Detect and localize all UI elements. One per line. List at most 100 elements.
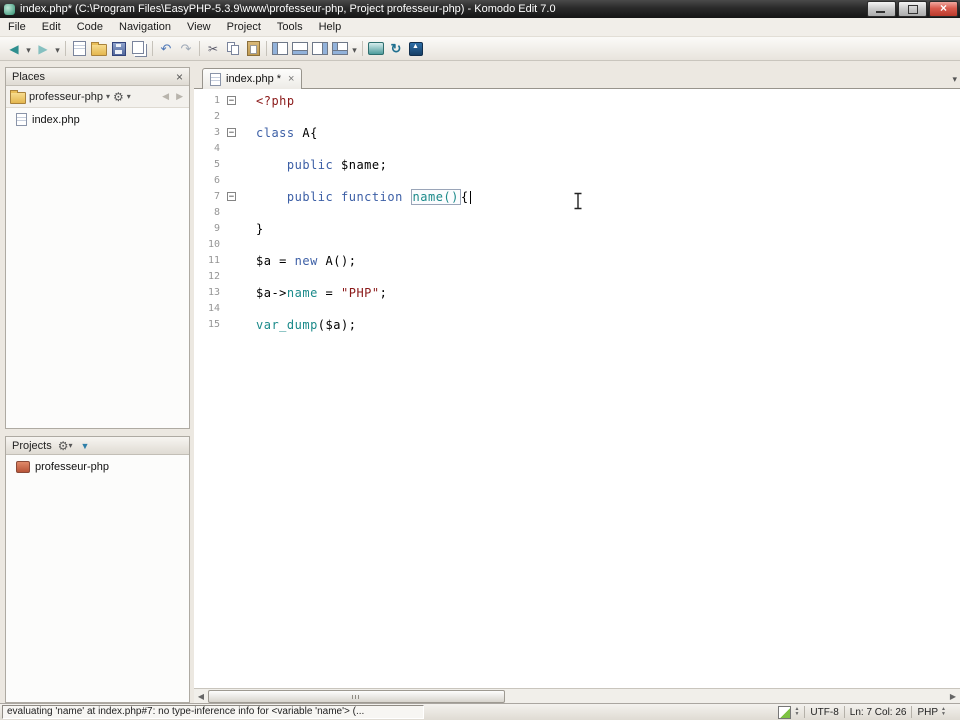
redo-button[interactable]	[176, 39, 196, 59]
undo-button[interactable]	[156, 39, 176, 59]
projects-widget-dropdown-icon[interactable]: ▼	[81, 441, 90, 451]
fold-margin	[223, 205, 240, 221]
tab-index-php[interactable]: index.php * ×	[202, 68, 303, 89]
menu-navigation[interactable]: Navigation	[111, 19, 179, 35]
token: =	[317, 286, 341, 300]
encoding-field[interactable]: UTF-8	[810, 707, 838, 718]
code-line-9[interactable]: 9}	[194, 221, 960, 237]
places-back-icon[interactable]: ◀	[160, 91, 171, 102]
tree-item-index-php[interactable]: index.php	[6, 111, 189, 128]
preview-in-browser-button[interactable]	[366, 39, 386, 59]
show-right-pane-button[interactable]	[310, 39, 330, 59]
statusbar-spinner-icon[interactable]: ▲ ▼	[794, 707, 799, 717]
tree-item-label: index.php	[32, 113, 80, 126]
menu-project[interactable]: Project	[219, 19, 269, 35]
line-number: 6	[213, 175, 220, 186]
places-forward-icon[interactable]: ▶	[174, 91, 185, 102]
code-line-13[interactable]: 13 $a->name = "PHP";	[194, 285, 960, 301]
save-all-button[interactable]	[129, 39, 149, 59]
code-line-4[interactable]: 4	[194, 141, 960, 157]
language-field[interactable]: PHP	[917, 707, 938, 718]
scroll-left-icon[interactable]: ◀	[194, 690, 208, 703]
menu-help[interactable]: Help	[311, 19, 350, 35]
folder-icon	[91, 42, 107, 56]
language-dropdown-icon[interactable]: ▲ ▼	[941, 707, 946, 717]
back-history-dropdown[interactable]	[24, 39, 33, 59]
places-gear-icon[interactable]	[113, 90, 124, 104]
code-line-11[interactable]: 11 $a = new A();	[194, 253, 960, 269]
forward-history-dropdown[interactable]	[53, 39, 62, 59]
main-area: Places × professeur-php ▾ ▾ ◀ ▶	[0, 61, 960, 703]
tab-list-dropdown-icon[interactable]: ▾	[952, 74, 957, 85]
show-left-pane-button[interactable]	[270, 39, 290, 59]
scroll-right-icon[interactable]: ▶	[946, 690, 960, 703]
show-bottom-pane-button[interactable]	[290, 39, 310, 59]
pane-all-icon	[332, 42, 348, 55]
drop-icon	[26, 40, 31, 58]
menu-file[interactable]: File	[0, 19, 34, 35]
places-folder-dropdown-icon[interactable]: ▾	[106, 92, 110, 101]
code-line-12[interactable]: 12	[194, 269, 960, 285]
fold-margin	[223, 221, 240, 237]
maximize-button[interactable]	[898, 1, 927, 17]
menu-edit[interactable]: Edit	[34, 19, 69, 35]
project-item-professeur-php[interactable]: professeur-php	[6, 458, 189, 475]
line-number: 2	[213, 111, 220, 122]
code-line-10[interactable]: 10	[194, 237, 960, 253]
arrow-left-icon	[9, 40, 18, 58]
code-text: $a->name = "PHP";	[240, 285, 387, 301]
minimize-button[interactable]	[867, 1, 896, 17]
cut-button[interactable]	[203, 39, 223, 59]
places-current-folder[interactable]: professeur-php	[29, 91, 103, 103]
save-button[interactable]	[109, 39, 129, 59]
open-file-button[interactable]	[89, 39, 109, 59]
back-button[interactable]	[4, 39, 24, 59]
menu-code[interactable]: Code	[69, 19, 111, 35]
show-all-panes-button[interactable]	[330, 39, 350, 59]
places-gear-dropdown-icon[interactable]: ▾	[127, 92, 131, 101]
copy-button[interactable]	[223, 39, 243, 59]
code-area[interactable]: 1− <?php 2 3− class A{4 5 public $name; 6 7− pu…	[194, 89, 960, 688]
code-line-1[interactable]: 1− <?php	[194, 93, 960, 109]
new-file-button[interactable]	[69, 39, 89, 59]
code-line-7[interactable]: 7− public function name(){	[194, 189, 960, 205]
projects-gear-icon[interactable]	[58, 439, 69, 453]
code-line-3[interactable]: 3− class A{	[194, 125, 960, 141]
scrollbar-track[interactable]	[208, 690, 946, 703]
code-line-5[interactable]: 5 public $name;	[194, 157, 960, 173]
text-caret	[469, 191, 471, 204]
code-line-15[interactable]: 15 var_dump($a);	[194, 317, 960, 333]
tab-close-icon[interactable]: ×	[288, 73, 294, 85]
forward-button[interactable]	[33, 39, 53, 59]
projects-gear-dropdown-icon[interactable]: ▾	[69, 441, 73, 450]
close-button[interactable]	[929, 1, 958, 17]
menu-tools[interactable]: Tools	[269, 19, 311, 35]
fold-collapse-icon[interactable]: −	[227, 128, 236, 138]
horizontal-scrollbar[interactable]: ◀ ▶	[194, 688, 960, 703]
fold-collapse-icon[interactable]: −	[227, 192, 236, 202]
syntax-status-icon[interactable]	[778, 705, 792, 719]
fold-margin: −	[223, 125, 240, 141]
code-line-8[interactable]: 8	[194, 205, 960, 221]
menu-view[interactable]: View	[179, 19, 219, 35]
paste-button[interactable]	[243, 39, 263, 59]
places-close-icon[interactable]: ×	[174, 71, 185, 83]
publish-button[interactable]	[406, 39, 426, 59]
sync-button[interactable]	[386, 39, 406, 59]
scrollbar-thumb[interactable]	[208, 690, 505, 703]
panes-dropdown[interactable]	[350, 39, 359, 59]
fold-margin	[223, 173, 240, 189]
toolbar-separator-1	[65, 41, 66, 56]
code-line-14[interactable]: 14	[194, 301, 960, 317]
save-icon	[112, 41, 126, 56]
places-toolbar: professeur-php ▾ ▾ ◀ ▶	[6, 86, 189, 108]
fold-collapse-icon[interactable]: −	[227, 96, 236, 106]
line-number: 15	[207, 319, 220, 330]
places-panel: Places × professeur-php ▾ ▾ ◀ ▶	[5, 67, 190, 429]
code-line-2[interactable]: 2	[194, 109, 960, 125]
code-text: }	[240, 221, 264, 237]
code-line-6[interactable]: 6	[194, 173, 960, 189]
